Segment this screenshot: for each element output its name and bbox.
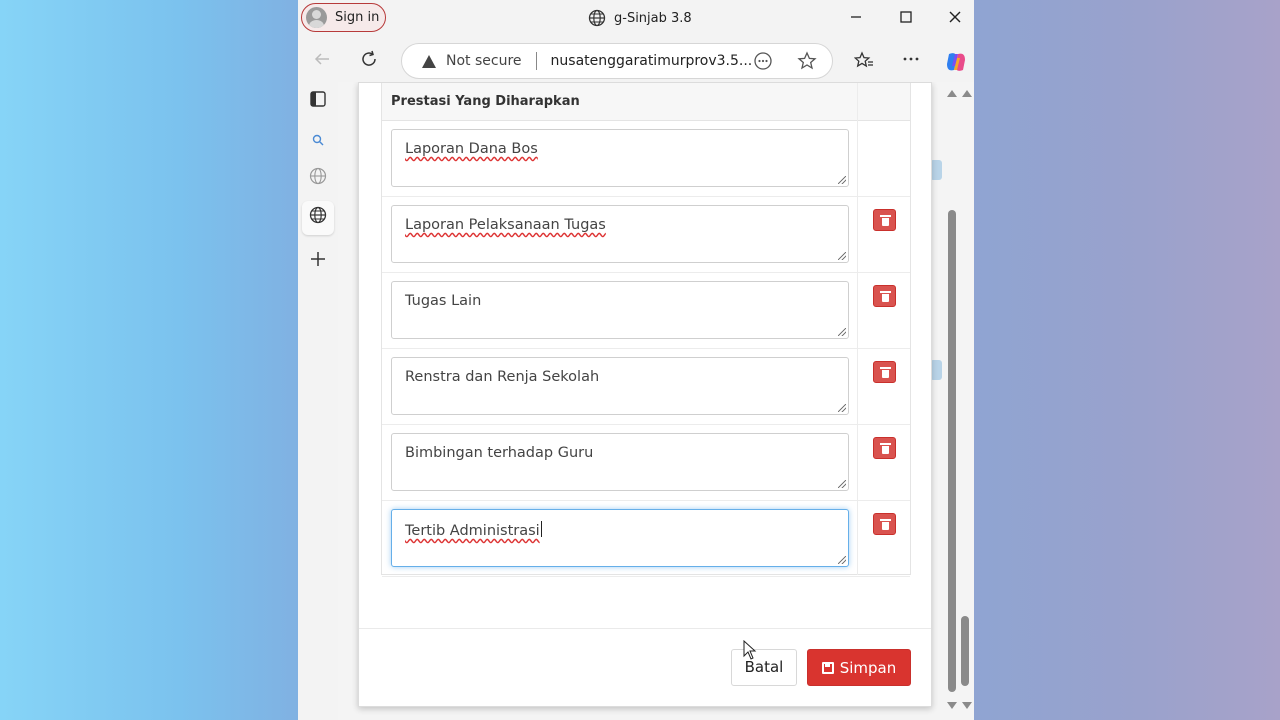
sign-in-button[interactable]: Sign in [301,3,386,32]
warning-icon [422,54,436,68]
refresh-icon[interactable] [357,50,381,74]
textarea-value: Tugas Lain [405,293,482,309]
close-icon[interactable] [945,8,965,28]
resize-handle[interactable] [838,252,846,260]
minimize-icon[interactable] [846,8,866,28]
table-row: Tertib Administrasi [382,501,910,577]
security-label[interactable]: Not secure [446,53,522,69]
ellipsis-icon[interactable] [899,50,923,74]
globe-icon[interactable] [306,167,330,191]
save-button[interactable]: Simpan [807,649,911,686]
address-divider [535,52,537,70]
table-header: Prestasi Yang Diharapkan [382,83,910,121]
prestasi-textarea[interactable]: Laporan Dana Bos [391,129,849,187]
delete-row-button[interactable] [873,513,896,535]
textarea-value: Laporan Pelaksanaan Tugas [405,217,606,233]
textarea-value: Laporan Dana Bos [405,141,538,157]
trash-icon [880,291,891,302]
table-row: Tugas Lain [382,273,910,349]
prestasi-textarea[interactable]: Bimbingan terhadap Guru [391,433,849,491]
page-viewport: Prestasi Yang Diharapkan Laporan Dana Bo… [338,82,974,720]
prestasi-textarea[interactable]: Tugas Lain [391,281,849,339]
sign-in-label: Sign in [335,10,380,25]
maximize-icon[interactable] [896,8,916,28]
save-button-label: Simpan [839,658,897,677]
text-caret [540,521,542,537]
scrollbar-thumb[interactable] [961,616,969,686]
star-icon[interactable] [796,51,818,73]
scroll-down-icon[interactable] [947,702,957,709]
table-row: Laporan Dana Bos [382,121,910,197]
table-row: Renstra dan Renja Sekolah [382,349,910,425]
url-text[interactable]: nusatenggaratimurprov3.5... [551,53,753,69]
trash-icon [880,519,891,530]
browser-sidebar [298,82,338,720]
resize-handle[interactable] [838,176,846,184]
new-tab-icon[interactable] [306,250,330,274]
prestasi-textarea[interactable]: Renstra dan Renja Sekolah [391,357,849,415]
navigation-bar: Not secure nusatenggaratimurprov3.5... [298,40,974,82]
background-left [0,0,298,720]
delete-row-button[interactable] [873,285,896,307]
title-bar: Sign in g-Sinjab 3.8 [298,0,974,38]
page-scrollbar[interactable] [942,86,972,716]
scrollbar-thumb[interactable] [948,210,956,692]
modal-dialog: Prestasi Yang Diharapkan Laporan Dana Bo… [358,82,932,707]
prestasi-table: Prestasi Yang Diharapkan Laporan Dana Bo… [381,83,911,577]
tab-actions-icon[interactable] [306,90,330,114]
resize-handle[interactable] [838,480,846,488]
globe-icon[interactable] [306,206,330,230]
tab-title: g-Sinjab 3.8 [588,9,692,27]
table-row: Laporan Pelaksanaan Tugas [382,197,910,273]
browser-window: Sign in g-Sinjab 3.8 Not secure nusateng… [298,0,974,720]
trash-icon [880,367,891,378]
resize-handle[interactable] [838,404,846,412]
resize-handle[interactable] [838,328,846,336]
address-bar[interactable]: Not secure nusatenggaratimurprov3.5... [401,43,833,79]
more-icon[interactable] [752,51,774,73]
back-icon[interactable] [310,50,334,74]
delete-row-button[interactable] [873,209,896,231]
trash-icon [880,443,891,454]
scroll-up-icon[interactable] [962,90,972,97]
copilot-icon[interactable] [944,50,968,74]
globe-icon [588,9,606,27]
scroll-up-icon[interactable] [947,90,957,97]
textarea-value: Renstra dan Renja Sekolah [405,369,600,385]
delete-row-button[interactable] [873,437,896,459]
tab-title-text: g-Sinjab 3.8 [614,10,692,26]
table-row: Bimbingan terhadap Guru [382,425,910,501]
footer-divider [359,628,931,629]
prestasi-textarea-focused[interactable]: Tertib Administrasi [391,509,849,567]
background-right [974,0,1280,720]
textarea-value: Tertib Administrasi [405,523,540,539]
delete-row-button[interactable] [873,361,896,383]
save-icon [821,661,834,674]
textarea-value: Bimbingan terhadap Guru [405,445,594,461]
trash-icon [880,215,891,226]
resize-handle[interactable] [838,556,846,564]
favorites-icon[interactable] [852,50,876,74]
cancel-button[interactable]: Batal [731,649,797,686]
scroll-down-icon[interactable] [962,702,972,709]
search-icon[interactable] [306,129,330,153]
mouse-cursor-icon [743,640,757,660]
prestasi-textarea[interactable]: Laporan Pelaksanaan Tugas [391,205,849,263]
avatar-icon [306,7,327,28]
